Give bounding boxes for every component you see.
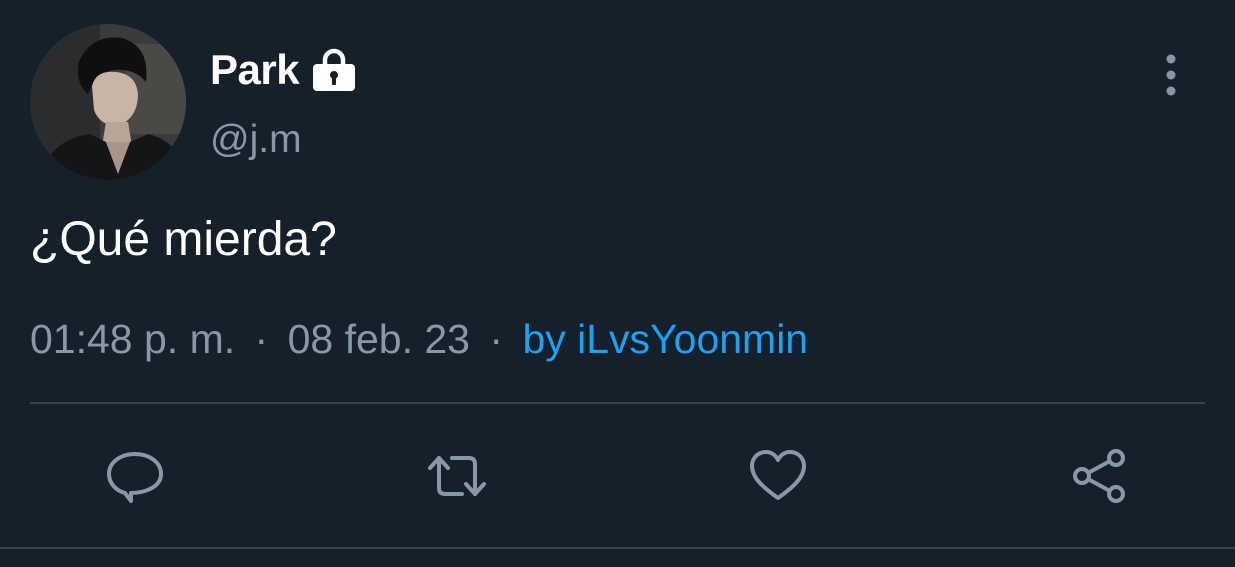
avatar[interactable] [30, 24, 186, 180]
user-handle[interactable]: @j.m [210, 118, 302, 162]
display-name[interactable]: Park [210, 46, 300, 94]
comment-icon [105, 446, 165, 506]
tweet-text: ¿Qué mierda? [30, 213, 337, 266]
via-link[interactable]: by iLvsYoonmin [522, 316, 808, 362]
tweet-metadata: 01:48 p. m. · 08 feb. 23 · by iLvsYoonmi… [30, 316, 808, 363]
share-icon [1070, 446, 1130, 506]
retweet-icon [424, 446, 486, 506]
like-button[interactable] [748, 446, 808, 506]
more-vertical-icon[interactable] [1150, 50, 1192, 100]
separator: · [489, 316, 504, 362]
divider [30, 402, 1205, 404]
share-button[interactable] [1070, 446, 1130, 506]
separator: · [254, 316, 269, 362]
lock-icon [311, 47, 357, 93]
reply-button[interactable] [105, 446, 165, 506]
retweet-button[interactable] [424, 446, 486, 506]
display-name-row: Park [210, 44, 357, 96]
tweet-date: 08 feb. 23 [287, 316, 470, 362]
tweet-card: Park @j.m ¿Qué mierda? 01:48 p. m. · 08 … [0, 0, 1235, 567]
tweet-time: 01:48 p. m. [30, 316, 236, 362]
heart-icon [748, 446, 808, 506]
bottom-divider [0, 547, 1235, 549]
